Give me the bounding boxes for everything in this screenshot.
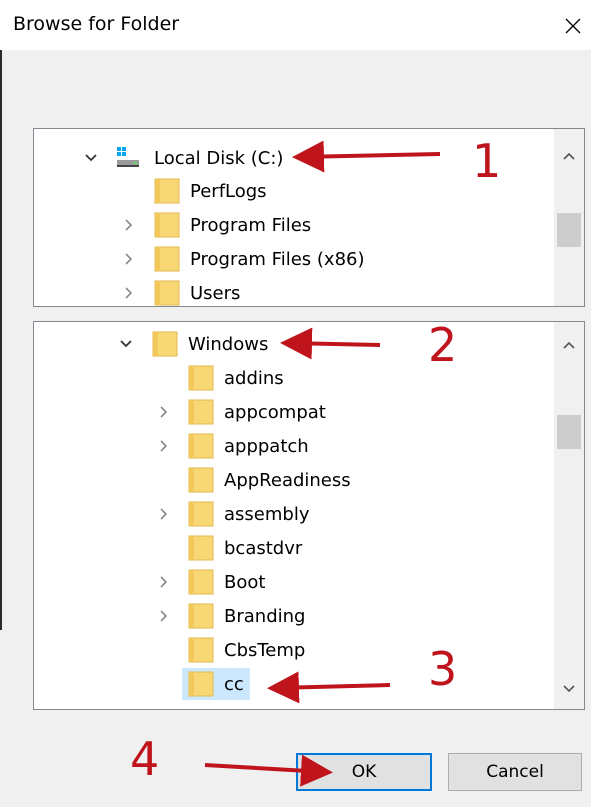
tree-item-label: apppatch: [224, 435, 309, 457]
chevron-right-icon[interactable]: [157, 405, 171, 419]
tree-item-assembly[interactable]: assembly: [34, 497, 554, 531]
tree-item-cc[interactable]: cc: [34, 667, 554, 701]
chevron-right-icon[interactable]: [157, 439, 171, 453]
scroll-down-button[interactable]: [554, 674, 584, 704]
tree-item-addins[interactable]: addins: [34, 361, 554, 395]
tree-item-label: appcompat: [224, 401, 326, 423]
scroll-up-button[interactable]: [554, 141, 584, 171]
vertical-scrollbar[interactable]: [554, 322, 584, 709]
tree-item-label: PerfLogs: [190, 180, 267, 202]
tree-item-boot[interactable]: Boot: [34, 565, 554, 599]
folder-icon: [188, 568, 214, 596]
tree-item-appcompat[interactable]: appcompat: [34, 395, 554, 429]
chevron-right-icon[interactable]: [122, 286, 136, 300]
folder-icon: [188, 466, 214, 494]
folder-icon: [188, 636, 214, 664]
tree-item-cbstemp[interactable]: CbsTemp: [34, 633, 554, 667]
folder-tree-pane-bottom[interactable]: Windows addins appcompat apppatch AppRea…: [33, 321, 585, 710]
tree-item-apppatch[interactable]: apppatch: [34, 429, 554, 463]
tree-item-label: Program Files (x86): [190, 248, 365, 270]
chevron-up-icon: [563, 341, 575, 349]
tree-item-label: CbsTemp: [224, 639, 306, 661]
ok-button-label: OK: [351, 762, 377, 782]
tree-item-label: assembly: [224, 503, 310, 525]
title-bar: Browse for Folder: [0, 0, 591, 50]
annotation-step-2: 2: [428, 318, 458, 372]
scroll-thumb[interactable]: [557, 213, 581, 247]
annotation-step-1: 1: [472, 134, 502, 188]
tree-item-label: Program Files: [190, 214, 312, 236]
tree-item-label: Windows: [188, 333, 269, 355]
tree-item-program-files-x86[interactable]: Program Files (x86): [34, 242, 554, 276]
tree-item-label: bcastdvr: [224, 537, 303, 559]
tree-item-label: Branding: [224, 605, 306, 627]
tree-item-label: addins: [224, 367, 284, 389]
folder-icon: [154, 279, 180, 306]
ok-button[interactable]: OK: [296, 753, 432, 791]
tree-item-users[interactable]: Users: [34, 276, 554, 306]
folder-icon: [154, 211, 180, 239]
close-button[interactable]: [555, 8, 591, 44]
tree-item-label: Local Disk (C:): [154, 147, 284, 169]
tree-item-program-files[interactable]: Program Files: [34, 208, 554, 242]
folder-icon: [188, 364, 214, 392]
tree-item-bcastdvr[interactable]: bcastdvr: [34, 531, 554, 565]
folder-icon: [188, 500, 214, 528]
folder-tree-pane-top[interactable]: Local Disk (C:) PerfLogs Program Files P…: [33, 128, 585, 307]
annotation-step-4: 4: [130, 732, 160, 786]
cancel-button[interactable]: Cancel: [448, 753, 582, 791]
folder-icon: [188, 432, 214, 460]
tree-item-label: Users: [190, 282, 241, 304]
tree-item-label: AppReadiness: [224, 469, 351, 491]
browse-for-folder-dialog: Browse for Folder Local Disk (C:) PerfLo…: [0, 0, 591, 807]
tree-item-windows[interactable]: Windows: [34, 327, 554, 361]
annotation-step-3: 3: [428, 642, 458, 696]
drive-icon: [116, 146, 140, 170]
chevron-right-icon[interactable]: [122, 218, 136, 232]
tree-item-appreadiness[interactable]: AppReadiness: [34, 463, 554, 497]
vertical-scrollbar[interactable]: [554, 129, 584, 306]
dialog-title: Browse for Folder: [13, 13, 180, 35]
chevron-down-icon[interactable]: [84, 151, 98, 165]
folder-icon: [188, 602, 214, 630]
folder-icon: [152, 330, 178, 358]
close-icon: [565, 18, 581, 34]
folder-icon: [188, 670, 214, 698]
window-edge: [0, 50, 2, 630]
folder-icon: [188, 534, 214, 562]
chevron-down-icon[interactable]: [119, 337, 133, 351]
cancel-button-label: Cancel: [486, 762, 544, 782]
chevron-right-icon[interactable]: [157, 575, 171, 589]
scroll-thumb[interactable]: [557, 415, 581, 449]
chevron-down-icon: [563, 685, 575, 693]
scroll-up-button[interactable]: [554, 330, 584, 360]
tree-item-label: Boot: [224, 571, 266, 593]
chevron-right-icon[interactable]: [122, 252, 136, 266]
chevron-up-icon: [563, 152, 575, 160]
chevron-right-icon[interactable]: [157, 507, 171, 521]
tree-item-branding[interactable]: Branding: [34, 599, 554, 633]
chevron-right-icon[interactable]: [157, 609, 171, 623]
folder-icon: [154, 177, 180, 205]
tree-item-label: cc: [224, 673, 244, 695]
folder-icon: [188, 398, 214, 426]
folder-icon: [154, 245, 180, 273]
